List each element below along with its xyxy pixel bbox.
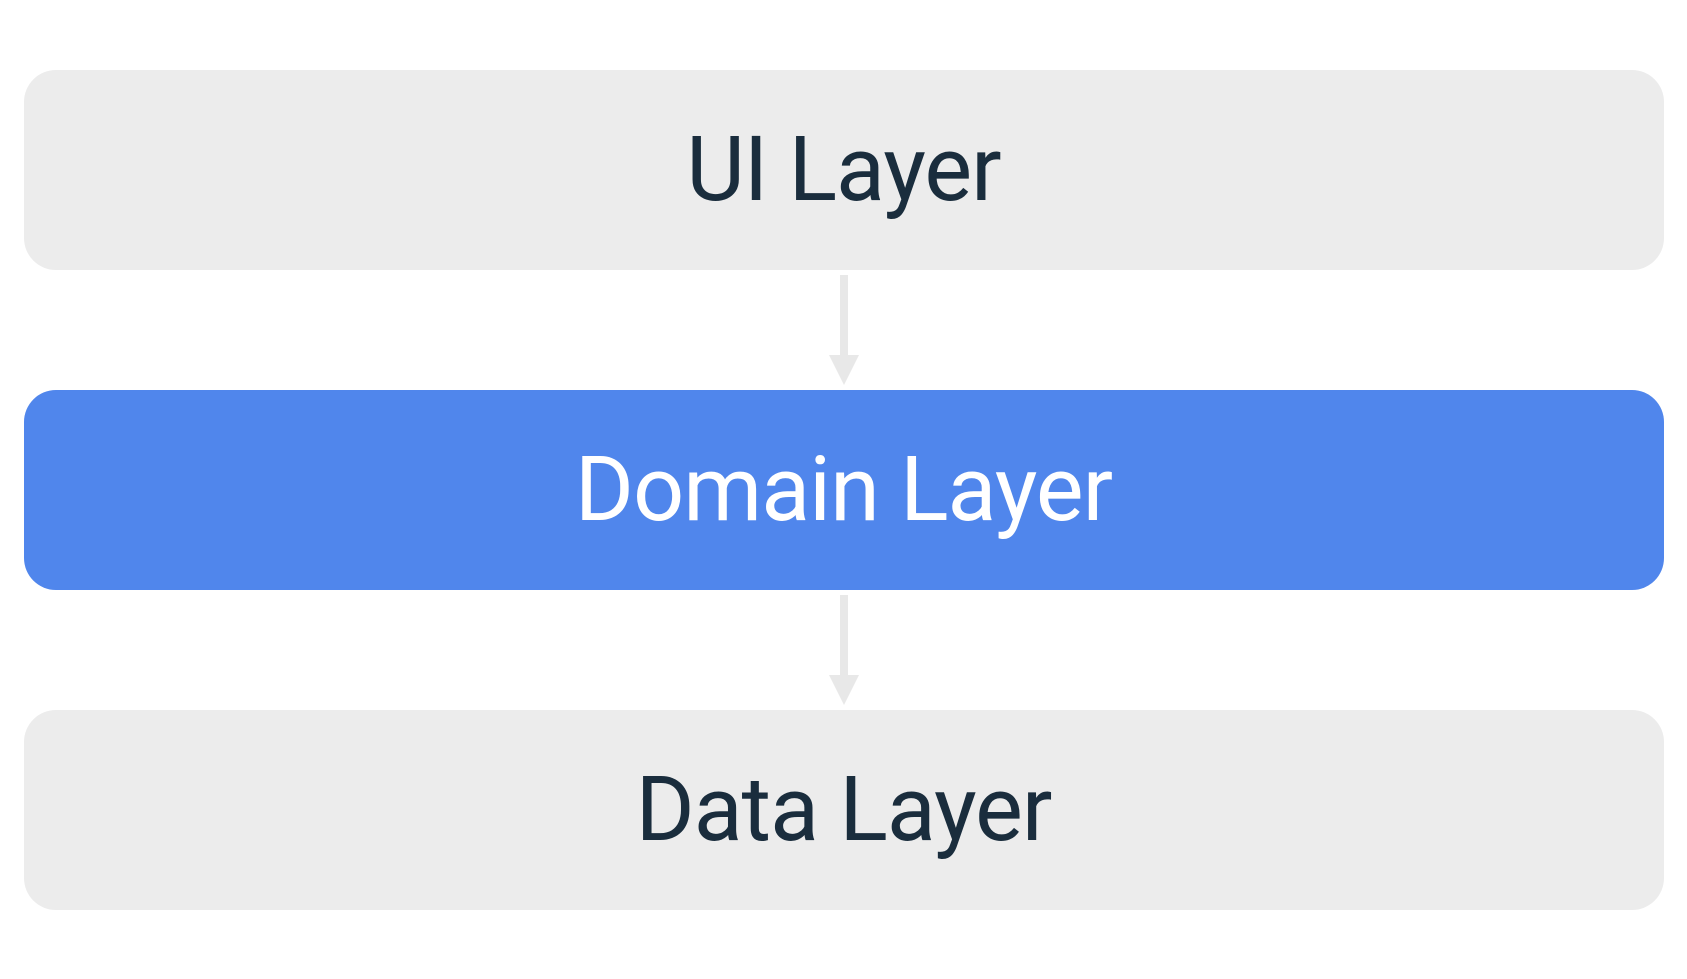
arrow-2-container	[824, 590, 864, 710]
arrow-down-icon	[824, 275, 864, 385]
data-layer-box: Data Layer	[24, 710, 1664, 910]
arrow-1-container	[824, 270, 864, 390]
ui-layer-label: UI Layer	[686, 117, 1000, 222]
domain-layer-label: Domain Layer	[575, 437, 1112, 542]
ui-layer-box: UI Layer	[24, 70, 1664, 270]
architecture-diagram: UI Layer Domain Layer Data Layer	[24, 70, 1664, 910]
data-layer-label: Data Layer	[636, 757, 1052, 862]
domain-layer-box: Domain Layer	[24, 390, 1664, 590]
arrow-down-icon	[824, 595, 864, 705]
